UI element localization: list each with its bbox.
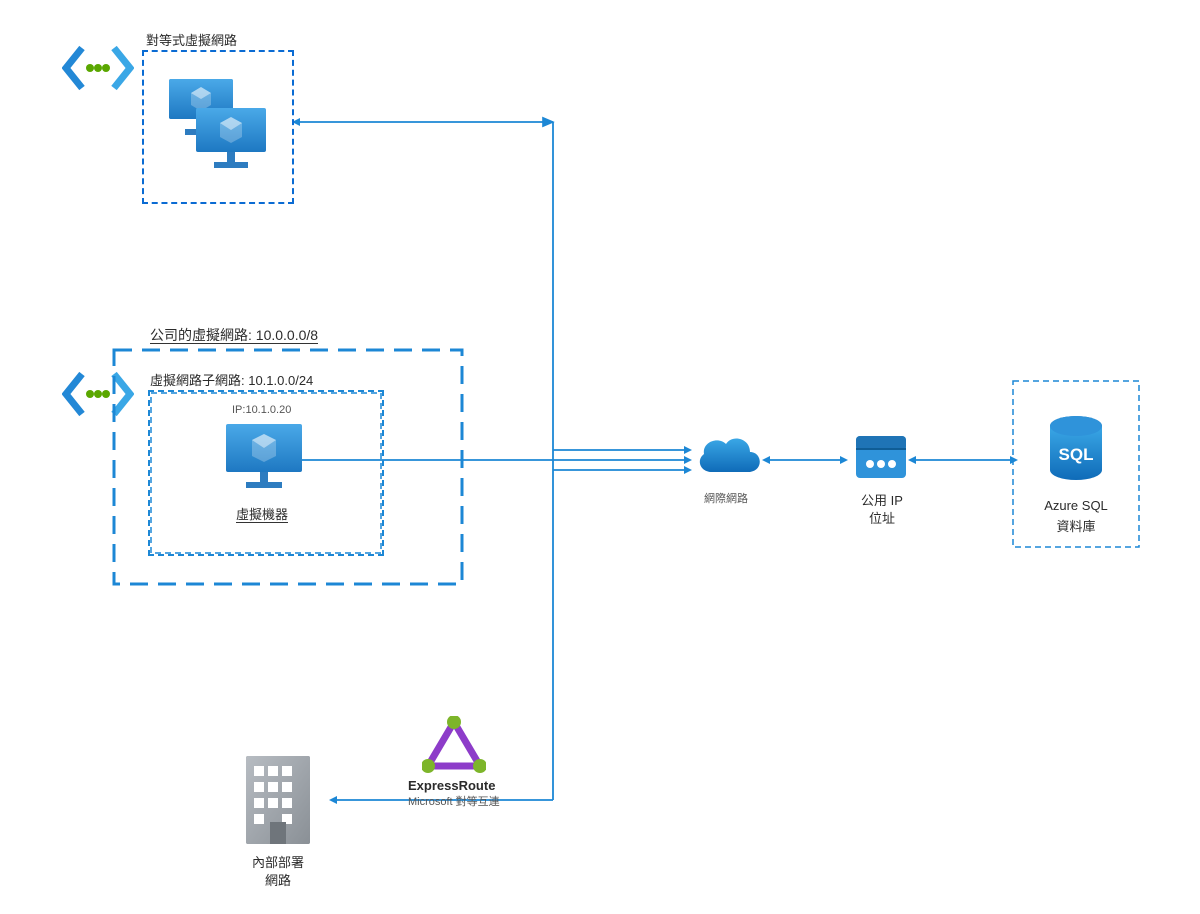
public-ip-icon <box>852 432 910 485</box>
onprem-label1: 內部部署 <box>238 852 318 871</box>
corp-vnet-title: 公司的虛擬網路: 10.0.0.0/8 <box>150 325 318 345</box>
sql-label2: 資料庫 <box>1012 516 1140 535</box>
internet-label: 網際網路 <box>704 490 748 506</box>
vm-icon-corp <box>222 420 306 497</box>
expressroute-label1: ExpressRoute <box>408 778 528 793</box>
vm-icon-peered-front <box>192 104 270 175</box>
peered-vnet-title: 對等式虛擬網路 <box>146 30 237 49</box>
vnet-icon-peered <box>62 44 134 92</box>
subnet-title: 虛擬網路子網路: 10.1.0.0/24 <box>150 370 313 389</box>
expressroute-label2: Microsoft 對等互連 <box>408 793 528 809</box>
vm-label: 虛擬機器 <box>236 507 288 523</box>
onprem-building-icon <box>238 752 318 851</box>
expressroute-icon <box>422 716 486 777</box>
vm-ip-label: IP:10.1.0.20 <box>232 404 291 416</box>
public-ip-label1: 公用 IP <box>856 490 908 509</box>
onprem-label2: 網路 <box>238 870 318 889</box>
sql-label1: Azure SQL <box>1012 498 1140 513</box>
public-ip-label2: 位址 <box>856 508 908 527</box>
sql-icon: SQL <box>1044 414 1108 493</box>
svg-text:SQL: SQL <box>1059 445 1094 464</box>
internet-cloud-icon <box>692 430 766 487</box>
